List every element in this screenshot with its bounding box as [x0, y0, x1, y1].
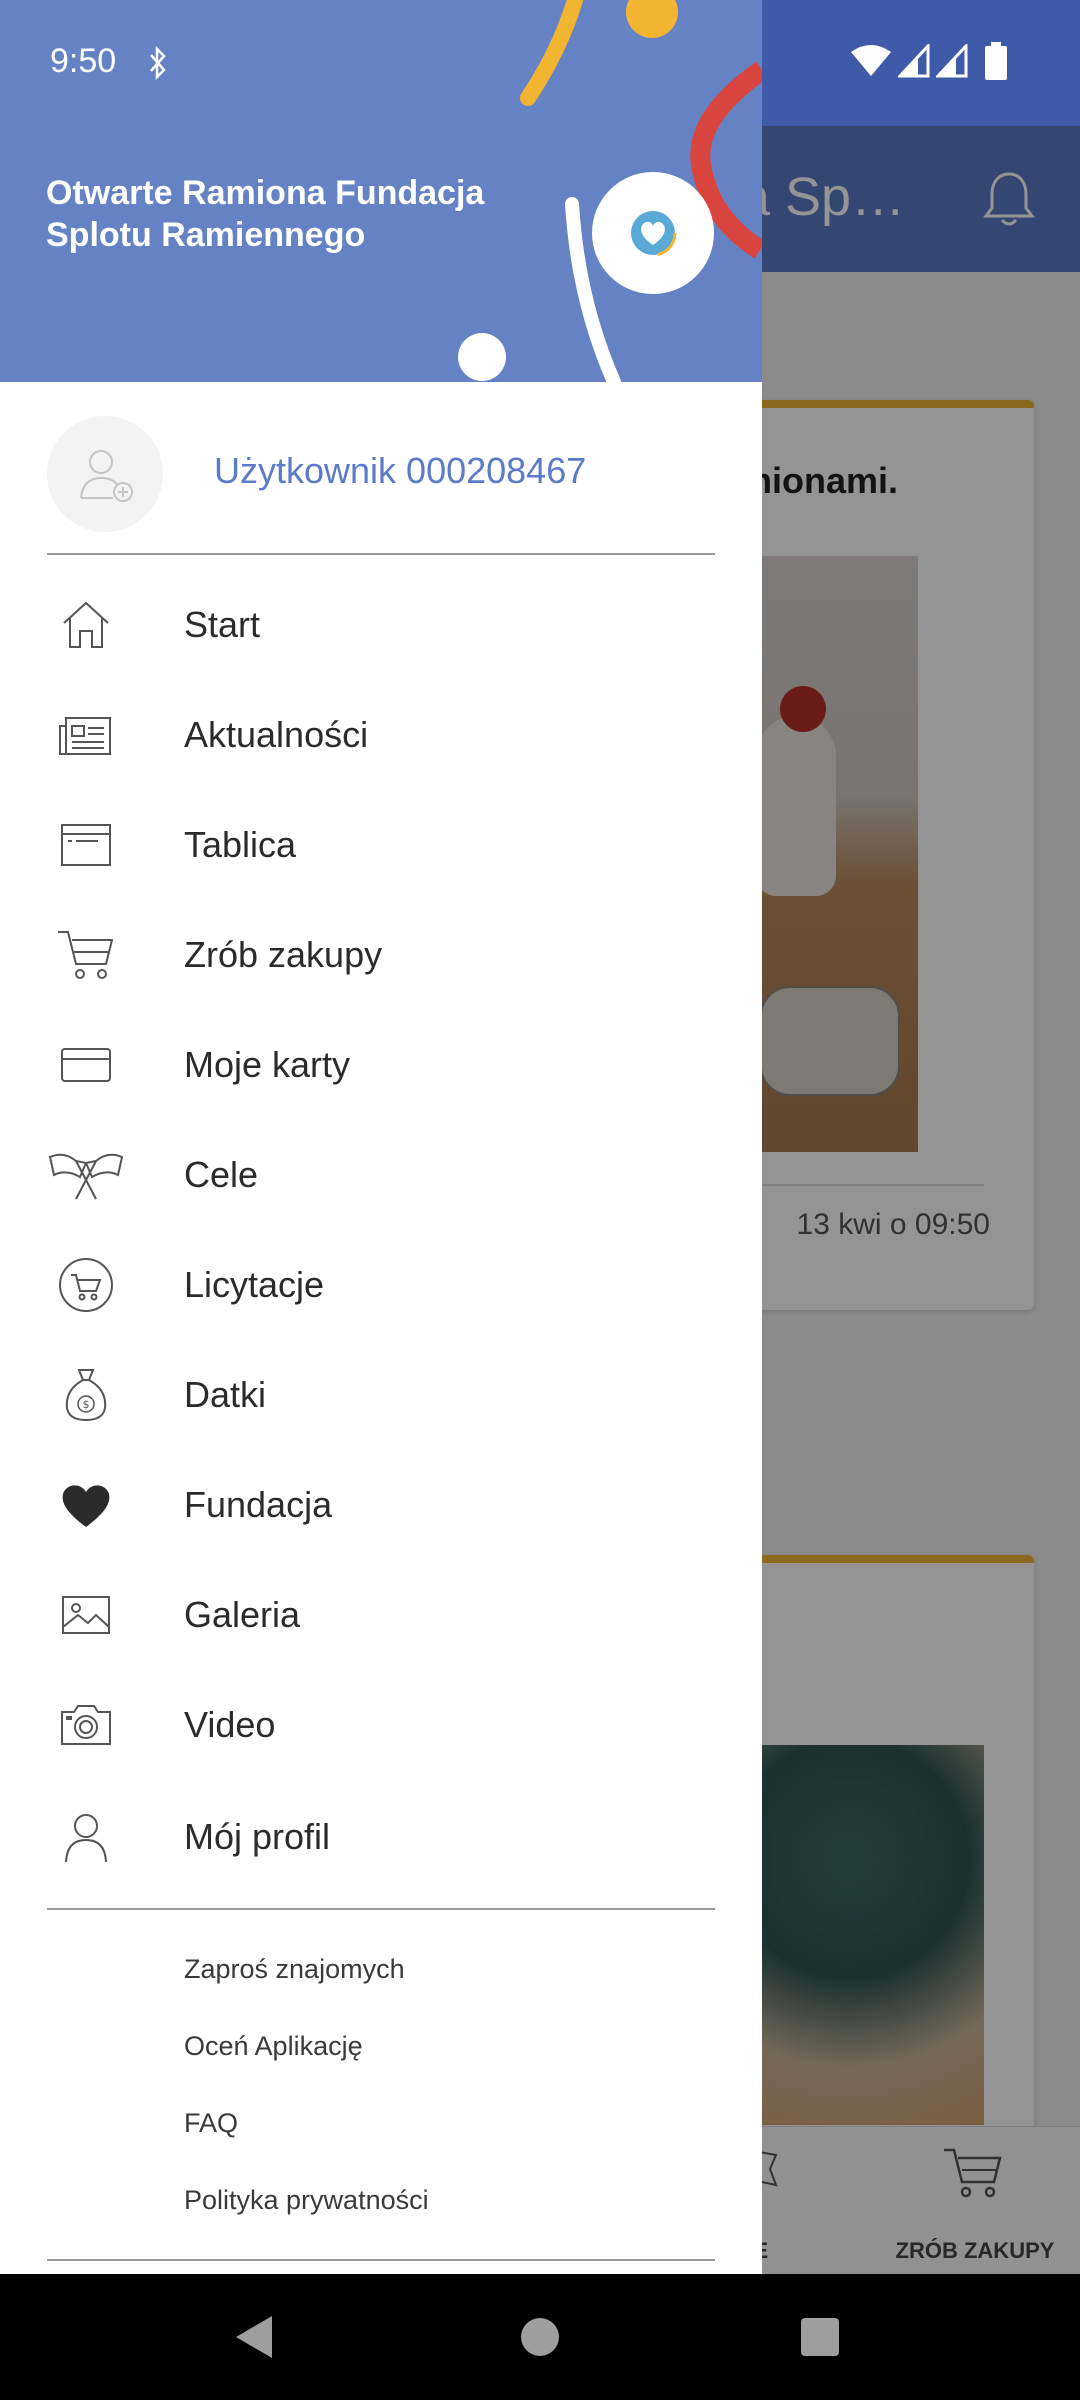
- menu-item-label: Aktualności: [184, 714, 369, 755]
- menu-item-label: Moje karty: [184, 1044, 351, 1085]
- menu-item-fundacja[interactable]: Fundacja: [0, 1450, 762, 1560]
- invite-friends-link[interactable]: Zaproś znajomych: [184, 1954, 405, 1985]
- navigation-drawer: Otwarte Ramiona Fundacja Splotu Ramienne…: [0, 0, 762, 2274]
- menu-item-label: Video: [184, 1704, 276, 1745]
- camera-icon: [46, 1692, 126, 1758]
- menu-item-label: Start: [184, 604, 261, 645]
- card-icon: [46, 1032, 126, 1098]
- person-icon: [46, 1804, 126, 1870]
- wifi-icon: [851, 45, 891, 76]
- rate-app-link[interactable]: Oceń Aplikację: [184, 2031, 363, 2062]
- home-button[interactable]: [521, 2318, 559, 2356]
- organization-name: Otwarte Ramiona Fundacja Splotu Ramienne…: [46, 174, 485, 254]
- menu-item-label: Mój profil: [184, 1816, 331, 1857]
- menu-item-galeria[interactable]: Galeria: [0, 1560, 762, 1670]
- bluetooth-icon: [150, 46, 166, 80]
- menu-item-label: Licytacje: [184, 1264, 325, 1305]
- menu-item-zrob-zakupy[interactable]: Zrób zakupy: [0, 900, 762, 1010]
- cart-icon: [46, 922, 126, 988]
- system-navigation-bar: [0, 2274, 1080, 2400]
- user-profile-row[interactable]: Użytkownik 000208467: [0, 416, 762, 536]
- organization-logo: [592, 172, 714, 294]
- recents-button[interactable]: [801, 2318, 839, 2356]
- menu-item-moje-karty[interactable]: Moje karty: [0, 1010, 762, 1120]
- privacy-policy-link[interactable]: Polityka prywatności: [184, 2185, 429, 2216]
- menu-item-label: Galeria: [184, 1594, 301, 1635]
- home-icon: [46, 592, 126, 658]
- divider: [47, 2259, 715, 2261]
- menu-item-label: Datki: [184, 1374, 267, 1415]
- divider: [47, 1908, 715, 1910]
- money-bag-icon: $: [46, 1362, 126, 1428]
- menu-item-label: Tablica: [184, 824, 297, 865]
- status-time: 9:50: [50, 42, 117, 80]
- menu-item-moj-profil[interactable]: Mój profil: [0, 1782, 762, 1892]
- menu-item-cele[interactable]: Cele: [0, 1120, 762, 1230]
- add-user-icon: [80, 450, 133, 502]
- menu-item-licytacje[interactable]: Licytacje: [0, 1230, 762, 1340]
- heart-icon: [46, 1472, 126, 1538]
- menu-item-start[interactable]: Start: [0, 570, 762, 680]
- board-icon: [46, 812, 126, 878]
- newspaper-icon: [46, 702, 126, 768]
- divider: [47, 553, 715, 555]
- menu-item-label: Zrób zakupy: [184, 934, 383, 975]
- image-icon: [46, 1582, 126, 1648]
- menu-item-label: Fundacja: [184, 1484, 333, 1525]
- battery-icon: [985, 42, 1007, 80]
- menu-item-label: Cele: [184, 1154, 259, 1195]
- faq-link[interactable]: FAQ: [184, 2108, 238, 2139]
- back-icon[interactable]: [234, 2314, 274, 2360]
- menu-item-tablica[interactable]: Tablica: [0, 790, 762, 900]
- avatar[interactable]: [47, 416, 163, 532]
- flags-icon: [46, 1142, 126, 1208]
- signal-icon: [898, 44, 930, 78]
- heart-logo-icon: [629, 209, 677, 257]
- signal-icon: [936, 44, 968, 78]
- auction-cart-icon: [46, 1252, 126, 1318]
- menu-item-datki[interactable]: $ Datki: [0, 1340, 762, 1450]
- user-name[interactable]: Użytkownik 000208467: [214, 450, 586, 492]
- menu-item-aktualnosci[interactable]: Aktualności: [0, 680, 762, 790]
- menu-item-video[interactable]: Video: [0, 1670, 762, 1780]
- svg-text:$: $: [83, 1398, 90, 1411]
